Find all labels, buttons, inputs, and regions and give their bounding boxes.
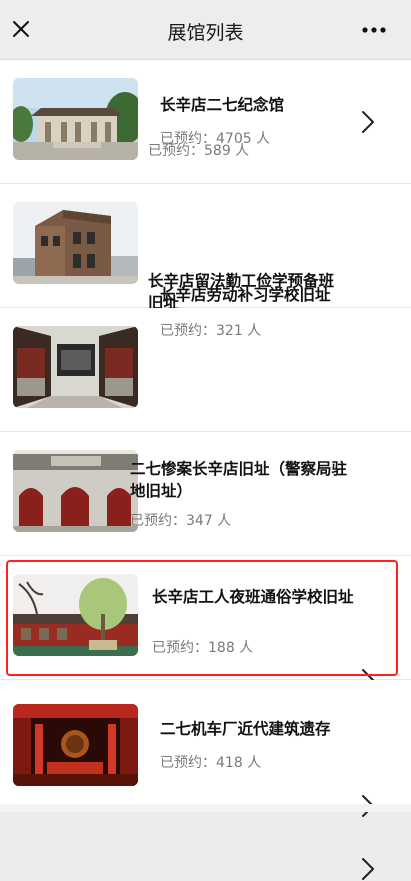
- venue-row[interactable]: 长辛店二七纪念馆 已预约：4705 人: [0, 60, 411, 184]
- reservation-count: 已预约：347 人: [130, 513, 232, 529]
- chevron-right-icon: [362, 858, 374, 880]
- venue-name: 长辛店工人夜班通俗学校旧址: [152, 588, 354, 606]
- reservation-count: 已预约：188 人: [152, 640, 254, 656]
- venue-thumbnail-labor-school: [13, 326, 138, 408]
- venue-thumbnail-police-station: [13, 450, 138, 532]
- chevron-right-icon: [362, 111, 374, 133]
- top-nav-bar: 展馆列表: [0, 0, 411, 60]
- venue-row[interactable]: 长辛店劳动补习学校旧址 已预约：321 人: [0, 286, 411, 631]
- venue-thumbnail-locomotive-factory: [13, 704, 138, 786]
- venue-row[interactable]: 二七惨案长辛店旧址（警察局驻地旧址） 已预约：347 人: [0, 432, 411, 880]
- venue-name: 长辛店二七纪念馆: [160, 96, 285, 114]
- page-title: 展馆列表: [167, 22, 244, 44]
- reservation-count: 已预约：321 人: [160, 323, 262, 339]
- venue-thumbnail-work-study-class: [13, 202, 138, 284]
- venue-name: 二七惨案长辛店旧址（警察局驻地旧址）: [130, 460, 348, 500]
- venue-name: 长辛店劳动补习学校旧址: [160, 286, 331, 304]
- bottom-gap: [0, 804, 411, 812]
- venue-thumbnail-memorial-hall: [13, 78, 138, 160]
- venue-row[interactable]: 二七机车厂近代建筑遗存 已预约：418 人: [0, 680, 411, 817]
- reservation-count: 已预约：589 人: [148, 143, 250, 159]
- reservation-count: 已预约：418 人: [160, 755, 262, 771]
- more-icon: [362, 27, 386, 33]
- more-button[interactable]: [357, 16, 391, 44]
- venue-row[interactable]: 长辛店工人夜班通俗学校旧址 已预约：188 人: [0, 556, 411, 691]
- close-button[interactable]: [4, 12, 38, 46]
- venue-list: 长辛店二七纪念馆 已预约：4705 人 长辛店留法勤工俭学预备班旧址 已预约：5…: [0, 60, 411, 880]
- venue-thumbnail-night-school: [13, 574, 138, 656]
- venue-name: 二七机车厂近代建筑遗存: [160, 720, 331, 738]
- close-icon: [13, 21, 29, 37]
